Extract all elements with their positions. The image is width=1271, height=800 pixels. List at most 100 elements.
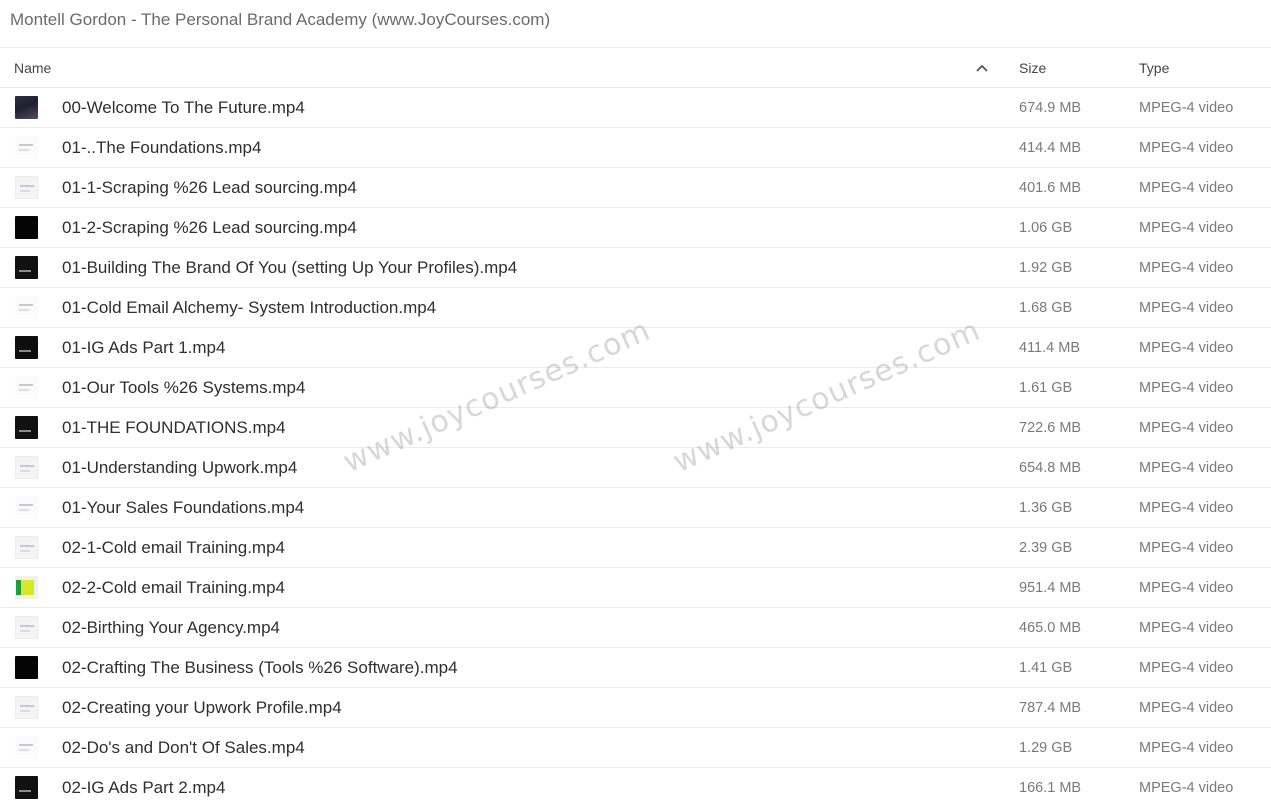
file-row[interactable]: 01-Your Sales Foundations.mp4 1.36 GB MPEG… bbox=[0, 488, 1271, 528]
column-header-name[interactable]: Name bbox=[0, 60, 1005, 76]
video-thumbnail-icon bbox=[15, 616, 38, 639]
file-name: 02-1-Cold email Training.mp4 bbox=[62, 537, 285, 557]
file-type: MPEG-4 video bbox=[1139, 379, 1234, 396]
file-type: MPEG-4 video bbox=[1139, 219, 1234, 236]
file-type: MPEG-4 video bbox=[1139, 499, 1234, 516]
file-row[interactable]: 01-1-Scraping %26 Lead sourcing.mp4 401.6… bbox=[0, 168, 1271, 208]
file-name-cell: 02-Crafting The Business (Tools %26 Soft… bbox=[0, 656, 1005, 679]
file-size: 722.6 MB bbox=[1019, 419, 1082, 436]
file-type: MPEG-4 video bbox=[1139, 699, 1234, 716]
file-row[interactable]: 00-Welcome To The Future.mp4 674.9 MB MPEG… bbox=[0, 88, 1271, 128]
file-name-cell: 02-Birthing Your Agency.mp4 bbox=[0, 616, 1005, 639]
column-header-type-label: Type bbox=[1139, 59, 1170, 76]
video-thumbnail-icon bbox=[15, 656, 38, 679]
file-size: 787.4 MB bbox=[1019, 699, 1082, 716]
column-header-size[interactable]: Size bbox=[1005, 60, 1130, 76]
file-type-cell: MPEG-4 video bbox=[1130, 339, 1271, 357]
file-type: MPEG-4 video bbox=[1139, 619, 1234, 636]
file-row[interactable]: 02-2-Cold email Training.mp4 951.4 MB MPEG… bbox=[0, 568, 1271, 608]
chevron-up-icon[interactable] bbox=[975, 61, 989, 75]
file-type: MPEG-4 video bbox=[1139, 299, 1234, 316]
file-row[interactable]: 01-..The Foundations.mp4 414.4 MB MPEG-4 v… bbox=[0, 128, 1271, 168]
file-size-cell: 787.4 MB bbox=[1005, 699, 1130, 717]
column-header-name-label: Name bbox=[14, 59, 52, 76]
file-row[interactable]: 01-Understanding Upwork.mp4 654.8 MB MPEG-… bbox=[0, 448, 1271, 488]
file-size-cell: 1.29 GB bbox=[1005, 739, 1130, 757]
video-thumbnail-icon bbox=[15, 256, 38, 279]
file-row[interactable]: 02-Crafting The Business (Tools %26 Soft… bbox=[0, 648, 1271, 688]
file-type: MPEG-4 video bbox=[1139, 459, 1234, 476]
file-name-cell: 01-Cold Email Alchemy- System Introducti… bbox=[0, 296, 1005, 319]
file-row[interactable]: 02-Do's and Don't Of Sales.mp4 1.29 GB MPE… bbox=[0, 728, 1271, 768]
file-type: MPEG-4 video bbox=[1139, 539, 1234, 556]
file-type: MPEG-4 video bbox=[1139, 419, 1234, 436]
file-row[interactable]: 01-THE FOUNDATIONS.mp4 722.6 MB MPEG-4 vid… bbox=[0, 408, 1271, 448]
file-size-cell: 1.41 GB bbox=[1005, 659, 1130, 677]
column-header-type[interactable]: Type bbox=[1130, 60, 1271, 76]
file-size-cell: 166.1 MB bbox=[1005, 779, 1130, 797]
file-row[interactable]: 01-Our Tools %26 Systems.mp4 1.61 GB MPEG-… bbox=[0, 368, 1271, 408]
file-type-cell: MPEG-4 video bbox=[1130, 579, 1271, 597]
file-name: 01-2-Scraping %26 Lead sourcing.mp4 bbox=[62, 217, 357, 237]
file-name-cell: 01-1-Scraping %26 Lead sourcing.mp4 bbox=[0, 176, 1005, 199]
file-size-cell: 401.6 MB bbox=[1005, 179, 1130, 197]
file-size: 411.4 MB bbox=[1019, 339, 1080, 356]
video-thumbnail-icon bbox=[15, 456, 38, 479]
video-thumbnail-icon bbox=[15, 736, 38, 759]
file-name: 01-1-Scraping %26 Lead sourcing.mp4 bbox=[62, 177, 357, 197]
file-type-cell: MPEG-4 video bbox=[1130, 259, 1271, 277]
file-size-cell: 1.06 GB bbox=[1005, 219, 1130, 237]
file-row[interactable]: 01-IG Ads Part 1.mp4 411.4 MB MPEG-4 video bbox=[0, 328, 1271, 368]
file-size-cell: 411.4 MB bbox=[1005, 339, 1130, 357]
file-name: 01-..The Foundations.mp4 bbox=[62, 137, 262, 157]
file-size-cell: 1.36 GB bbox=[1005, 499, 1130, 517]
file-type-cell: MPEG-4 video bbox=[1130, 219, 1271, 237]
file-manager-window: Montell Gordon - The Personal Brand Acad… bbox=[0, 0, 1271, 800]
file-name-cell: 02-Do's and Don't Of Sales.mp4 bbox=[0, 736, 1005, 759]
file-name-cell: 02-Creating your Upwork Profile.mp4 bbox=[0, 696, 1005, 719]
file-row[interactable]: 02-1-Cold email Training.mp4 2.39 GB MPEG-… bbox=[0, 528, 1271, 568]
file-size: 951.4 MB bbox=[1019, 579, 1082, 596]
file-name: 01-IG Ads Part 1.mp4 bbox=[62, 337, 226, 357]
video-thumbnail-icon bbox=[15, 136, 38, 159]
file-name-cell: 01-IG Ads Part 1.mp4 bbox=[0, 336, 1005, 359]
file-size-cell: 1.68 GB bbox=[1005, 299, 1130, 317]
file-name: 02-Creating your Upwork Profile.mp4 bbox=[62, 697, 342, 717]
file-type: MPEG-4 video bbox=[1139, 739, 1234, 756]
file-row[interactable]: 02-Creating your Upwork Profile.mp4 787.4… bbox=[0, 688, 1271, 728]
file-row[interactable]: 01-2-Scraping %26 Lead sourcing.mp4 1.06 … bbox=[0, 208, 1271, 248]
file-type-cell: MPEG-4 video bbox=[1130, 99, 1271, 117]
file-type-cell: MPEG-4 video bbox=[1130, 659, 1271, 677]
file-size: 1.29 GB bbox=[1019, 739, 1073, 756]
video-thumbnail-icon bbox=[15, 296, 38, 319]
file-size-cell: 465.0 MB bbox=[1005, 619, 1130, 637]
file-type-cell: MPEG-4 video bbox=[1130, 539, 1271, 557]
file-size: 674.9 MB bbox=[1019, 99, 1082, 116]
file-type-cell: MPEG-4 video bbox=[1130, 739, 1271, 757]
file-type: MPEG-4 video bbox=[1139, 779, 1234, 796]
file-type-cell: MPEG-4 video bbox=[1130, 699, 1271, 717]
video-thumbnail-icon bbox=[15, 336, 38, 359]
file-type: MPEG-4 video bbox=[1139, 179, 1234, 196]
file-type: MPEG-4 video bbox=[1139, 659, 1234, 676]
file-row[interactable]: 01-Cold Email Alchemy- System Introducti… bbox=[0, 288, 1271, 328]
file-name-cell: 01-..The Foundations.mp4 bbox=[0, 136, 1005, 159]
file-size: 1.36 GB bbox=[1019, 499, 1073, 516]
file-size-cell: 2.39 GB bbox=[1005, 539, 1130, 557]
file-name-cell: 01-Building The Brand Of You (setting Up… bbox=[0, 256, 1005, 279]
file-name: 02-Crafting The Business (Tools %26 Soft… bbox=[62, 657, 458, 677]
file-type-cell: MPEG-4 video bbox=[1130, 499, 1271, 517]
file-row[interactable]: 02-Birthing Your Agency.mp4 465.0 MB MPEG-… bbox=[0, 608, 1271, 648]
file-name-cell: 00-Welcome To The Future.mp4 bbox=[0, 96, 1005, 119]
window-title: Montell Gordon - The Personal Brand Acad… bbox=[10, 10, 551, 29]
file-name-cell: 01-Your Sales Foundations.mp4 bbox=[0, 496, 1005, 519]
file-type-cell: MPEG-4 video bbox=[1130, 419, 1271, 437]
file-name: 02-IG Ads Part 2.mp4 bbox=[62, 777, 226, 797]
file-name-cell: 01-Understanding Upwork.mp4 bbox=[0, 456, 1005, 479]
file-name: 01-Building The Brand Of You (setting Up… bbox=[62, 257, 518, 277]
file-row[interactable]: 01-Building The Brand Of You (setting Up… bbox=[0, 248, 1271, 288]
file-type-cell: MPEG-4 video bbox=[1130, 619, 1271, 637]
file-row[interactable]: 02-IG Ads Part 2.mp4 166.1 MB MPEG-4 video bbox=[0, 768, 1271, 800]
video-thumbnail-icon bbox=[15, 576, 38, 599]
file-name-cell: 01-Our Tools %26 Systems.mp4 bbox=[0, 376, 1005, 399]
